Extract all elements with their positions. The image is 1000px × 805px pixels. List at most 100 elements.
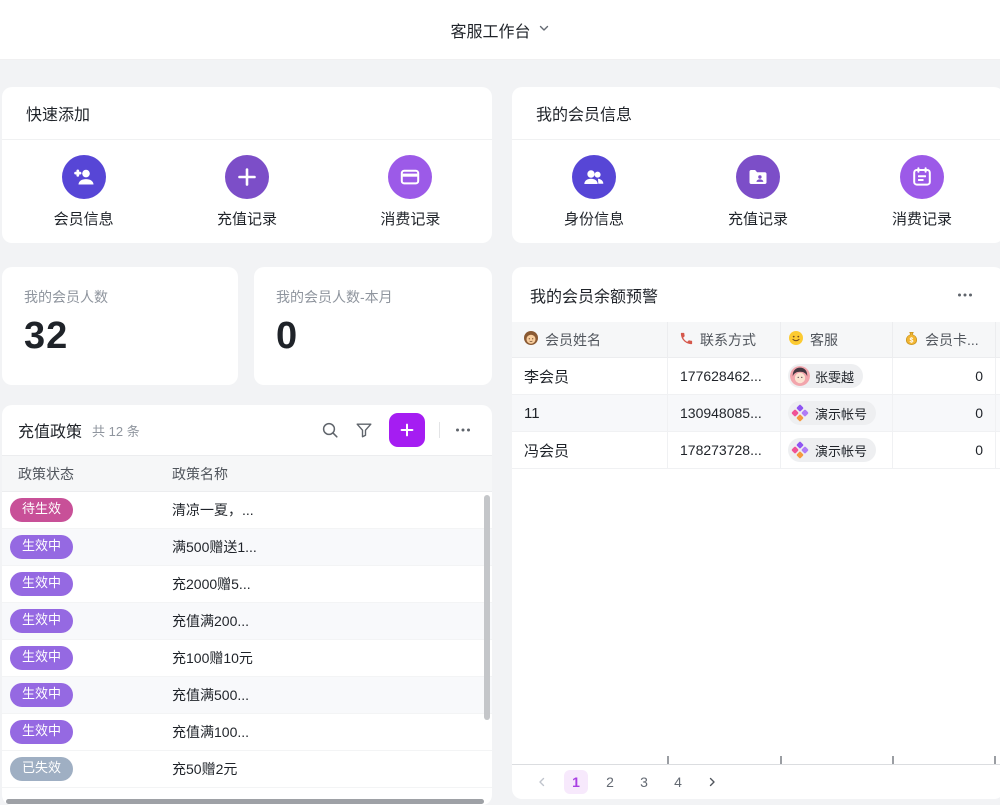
recharge-policy-title: 充值政策	[18, 418, 82, 442]
member-name: 冯会员	[512, 432, 668, 468]
policy-row[interactable]: 生效中 充值满200...	[2, 603, 492, 640]
stat-member-count-month-card: 我的会员人数-本月 0	[254, 267, 492, 385]
agent-pill[interactable]: 张雯越	[788, 364, 863, 388]
folder-user-icon	[736, 155, 780, 199]
member-consume-record[interactable]: 消费记录	[840, 155, 1000, 229]
policy-row[interactable]: 已失效 充50赠2元	[2, 751, 492, 788]
people-icon	[572, 155, 616, 199]
chevron-down-icon	[538, 21, 550, 39]
stat-member-count-value: 32	[24, 315, 216, 358]
policy-row[interactable]: 生效中 充100赠10元	[2, 640, 492, 677]
prev-page-icon[interactable]	[530, 770, 554, 794]
policy-name: 充值满100...	[162, 722, 249, 742]
quick-add-consume-record-label: 消费记录	[380, 208, 440, 229]
member-contact: 177628462...	[668, 358, 781, 394]
horizontal-scrollbar[interactable]	[6, 799, 484, 804]
policy-row[interactable]: 生效中 充值满500...	[2, 677, 492, 714]
page-title: 客服工作台	[450, 18, 530, 42]
page-4[interactable]: 4	[666, 770, 690, 794]
status-badge: 生效中	[10, 720, 73, 744]
policy-row[interactable]: 待生效 清凉一夏，...	[2, 492, 492, 529]
member-contact: 130948085...	[668, 395, 781, 431]
col-agent: 客服	[810, 330, 838, 350]
member-recharge-record[interactable]: 充值记录	[676, 155, 840, 229]
person-add-icon	[62, 155, 106, 199]
quick-add-title: 快速添加	[2, 87, 492, 140]
col-balance: 会员卡...	[925, 330, 979, 350]
quick-add-card: 快速添加 会员信息 充值记录	[2, 87, 492, 243]
member-identity-info-label: 身份信息	[564, 208, 624, 229]
more-icon[interactable]	[952, 282, 978, 308]
policy-row[interactable]: 生效中 充值满100...	[2, 714, 492, 751]
agent-avatar	[790, 366, 810, 386]
more-icon[interactable]	[448, 415, 478, 445]
divider	[439, 422, 440, 438]
phone-icon	[679, 331, 694, 349]
quick-add-recharge-record-label: 充值记录	[217, 208, 277, 229]
agent-pill[interactable]: 演示帐号	[788, 401, 876, 425]
status-badge: 生效中	[10, 646, 73, 670]
policy-row[interactable]: 生效中 充2000赠5...	[2, 566, 492, 603]
next-page-icon[interactable]	[700, 770, 724, 794]
policy-row[interactable]: 生效中 满500赠送1...	[2, 529, 492, 566]
recharge-policy-count: 共 12 条	[92, 421, 140, 440]
workspace-switcher[interactable]: 客服工作台	[450, 18, 549, 42]
agent-name: 演示帐号	[815, 404, 867, 423]
col-member-name: 会员姓名	[545, 330, 601, 350]
page-3[interactable]: 3	[632, 770, 656, 794]
policy-name: 充2000赠5...	[162, 574, 251, 594]
policy-name: 满500赠送1...	[162, 537, 257, 557]
policy-name: 充值满500...	[162, 685, 249, 705]
status-badge: 生效中	[10, 609, 73, 633]
member-contact: 178273728...	[668, 432, 781, 468]
card-icon	[388, 155, 432, 199]
filter-icon[interactable]	[349, 415, 379, 445]
policy-name: 清凉一夏，...	[162, 500, 254, 520]
agent-pill[interactable]: 演示帐号	[788, 438, 876, 462]
balance-alert-table-header: 会员姓名 联系方式 客服 $ 会员卡...	[512, 322, 1000, 358]
policy-table-header: 政策状态 政策名称	[2, 455, 492, 492]
woman-icon	[523, 330, 539, 349]
search-icon[interactable]	[315, 415, 345, 445]
table-row[interactable]: 冯会员 178273728... 演示帐号 0	[512, 432, 1000, 469]
top-bar: 客服工作台	[0, 0, 1000, 60]
moneybag-icon: $	[904, 331, 919, 349]
member-balance: 0	[893, 395, 996, 431]
table-row[interactable]: 11 130948085... 演示帐号 0	[512, 395, 1000, 432]
quick-add-member-info-label: 会员信息	[54, 208, 114, 229]
table-row[interactable]: 李会员 177628462... 张雯越 0	[512, 358, 1000, 395]
member-consume-record-label: 消费记录	[892, 208, 952, 229]
member-balance: 0	[893, 358, 996, 394]
add-policy-button[interactable]	[389, 413, 425, 447]
smiley-icon	[788, 330, 804, 349]
status-badge: 生效中	[10, 683, 73, 707]
status-badge: 生效中	[10, 572, 73, 596]
status-badge: 已失效	[10, 757, 73, 781]
quick-add-member-info[interactable]: 会员信息	[2, 155, 165, 229]
vertical-scrollbar[interactable]	[484, 495, 490, 720]
status-badge: 生效中	[10, 535, 73, 559]
page-1[interactable]: 1	[564, 770, 588, 794]
col-contact: 联系方式	[700, 330, 756, 350]
table-bottom-border	[512, 764, 1000, 765]
policy-name: 充100赠10元	[162, 648, 253, 668]
demo-account-logo-icon	[790, 403, 810, 423]
balance-alert-card: 我的会员余额预警 会员姓名 联系方式 客服 $ 会员	[512, 267, 1000, 799]
my-member-info-title: 我的会员信息	[512, 87, 1000, 140]
col-policy-status: 政策状态	[2, 464, 162, 484]
status-badge: 待生效	[10, 498, 73, 522]
member-name: 李会员	[512, 358, 668, 394]
agent-name: 演示帐号	[815, 441, 867, 460]
quick-add-consume-record[interactable]: 消费记录	[329, 155, 492, 229]
member-name: 11	[512, 395, 668, 431]
page-2[interactable]: 2	[598, 770, 622, 794]
agent-name: 张雯越	[815, 367, 854, 386]
stat-member-count-month-value: 0	[276, 315, 470, 358]
balance-alert-title: 我的会员余额预警	[530, 283, 658, 307]
stat-member-count-month-label: 我的会员人数-本月	[276, 287, 470, 307]
pagination: 1 2 3 4	[530, 770, 724, 794]
member-recharge-record-label: 充值记录	[728, 208, 788, 229]
quick-add-recharge-record[interactable]: 充值记录	[165, 155, 328, 229]
member-identity-info[interactable]: 身份信息	[512, 155, 676, 229]
plus-icon	[225, 155, 269, 199]
